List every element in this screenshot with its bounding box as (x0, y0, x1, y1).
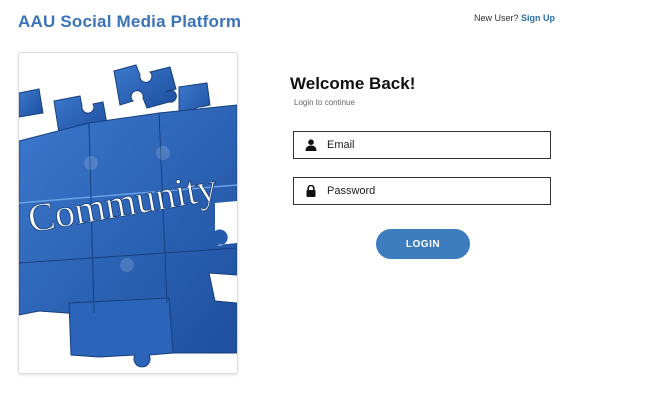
user-icon (303, 138, 319, 152)
email-field[interactable] (293, 131, 551, 159)
app-title: AAU Social Media Platform (18, 12, 242, 31)
page-subtitle: Login to continue (294, 98, 355, 107)
new-user-text: New User? (474, 13, 519, 23)
puzzle-illustration: Community (19, 53, 237, 373)
lock-icon (303, 184, 319, 198)
password-field[interactable] (293, 177, 551, 205)
email-input[interactable] (327, 139, 550, 151)
signup-link[interactable]: Sign Up (521, 13, 555, 23)
password-input[interactable] (327, 185, 550, 197)
community-image: Community (18, 52, 238, 374)
page-title: Welcome Back! (290, 74, 416, 93)
signup-prompt: New User? Sign Up (474, 13, 555, 23)
login-button[interactable]: LOGIN (376, 229, 470, 259)
